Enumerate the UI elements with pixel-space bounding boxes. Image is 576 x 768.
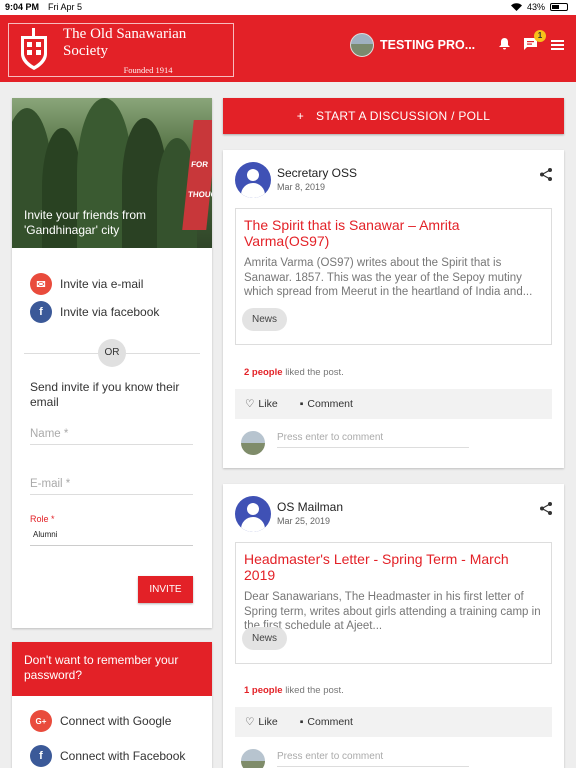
chat-badge: 1 xyxy=(534,30,546,42)
brand-title: The Old Sanawarian Society xyxy=(63,25,187,59)
commenter-avatar xyxy=(241,431,265,455)
post-tag[interactable]: News xyxy=(242,308,288,331)
user-profile-menu[interactable]: TESTING PRO... xyxy=(350,33,475,57)
email-input[interactable]: E-mail * xyxy=(30,478,193,495)
post-actions: ♡ Like ▪ Comment xyxy=(235,707,552,737)
post-card: Secretary OSS Mar 8, 2019 The Spirit tha… xyxy=(223,150,564,468)
likes-count[interactable]: 1 people xyxy=(244,685,283,696)
post-author[interactable]: OS Mailman xyxy=(277,500,343,514)
invite-via-email-label: Invite via e-mail xyxy=(60,277,144,291)
chat-icon[interactable]: 1 xyxy=(524,30,546,53)
status-bar: 9:04 PM Fri Apr 5 43% xyxy=(0,0,576,15)
comment-label: Comment xyxy=(307,716,353,728)
like-button[interactable]: ♡ Like xyxy=(245,398,278,410)
crest-icon xyxy=(15,28,53,72)
post-date: Mar 25, 2019 xyxy=(277,516,331,526)
brand-logo-box[interactable]: The Old Sanawarian Society Founded 1914 xyxy=(8,23,234,77)
connect-google-label: Connect with Google xyxy=(60,714,172,728)
comment-input[interactable]: Press enter to comment xyxy=(277,432,469,448)
post-author[interactable]: Secretary OSS xyxy=(277,166,357,180)
comment-button[interactable]: ▪ Comment xyxy=(300,398,353,410)
post-excerpt: Dear Sanawarians, The Headmaster in his … xyxy=(244,591,541,632)
invite-via-facebook-button[interactable]: f Invite via facebook xyxy=(30,301,159,323)
post-excerpt: Amrita Varma (OS97) writes about the Spi… xyxy=(244,257,533,298)
comment-icon: ▪ xyxy=(299,398,304,410)
like-label: Like xyxy=(258,716,278,728)
comment-input[interactable]: Press enter to comment xyxy=(277,751,469,767)
facebook-icon: f xyxy=(30,301,52,323)
status-time: 9:04 PM xyxy=(5,2,40,12)
author-avatar[interactable] xyxy=(235,162,271,198)
comment-label: Comment xyxy=(307,398,353,410)
invite-via-facebook-label: Invite via facebook xyxy=(60,305,160,319)
mail-icon: ✉ xyxy=(30,273,52,295)
facebook-icon: f xyxy=(30,745,52,767)
battery-percent: 43% xyxy=(526,2,545,12)
post-preview[interactable]: Headmaster's Letter - Spring Term - Marc… xyxy=(235,542,552,664)
wifi-icon xyxy=(510,3,522,11)
post-tag[interactable]: News xyxy=(242,627,288,650)
comment-icon: ▪ xyxy=(299,716,304,728)
commenter-avatar xyxy=(241,749,265,768)
connect-facebook-button[interactable]: f Connect with Facebook xyxy=(30,745,185,767)
or-badge: OR xyxy=(98,339,126,367)
post-title[interactable]: Headmaster's Letter - Spring Term - Marc… xyxy=(244,551,543,583)
plus-icon: + xyxy=(296,109,305,123)
like-label: Like xyxy=(258,398,278,410)
comment-button[interactable]: ▪ Comment xyxy=(300,716,353,728)
start-discussion-button[interactable]: + START A DISCUSSION / POLL xyxy=(223,98,564,134)
invite-button[interactable]: INVITE xyxy=(138,576,193,603)
heart-icon: ♡ xyxy=(245,398,255,410)
user-avatar xyxy=(350,33,374,57)
password-card-heading: Don't want to remember your password? xyxy=(12,642,212,696)
role-label: Role * xyxy=(30,514,55,524)
brand-subtitle: Founded 1914 xyxy=(123,64,173,75)
invite-hero-image: FOR THOUGHT Invite your friends from 'Ga… xyxy=(12,98,212,248)
heart-icon: ♡ xyxy=(245,716,255,728)
app-header: The Old Sanawarian Society Founded 1914 … xyxy=(0,15,576,82)
like-button[interactable]: ♡ Like xyxy=(245,716,278,728)
share-icon[interactable] xyxy=(540,502,552,520)
share-icon[interactable] xyxy=(540,168,552,186)
invite-hero-text: Invite your friends from 'Gandhinagar' c… xyxy=(24,208,147,237)
post-actions: ♡ Like ▪ Comment xyxy=(235,389,552,419)
invite-via-email-button[interactable]: ✉ Invite via e-mail xyxy=(30,273,143,295)
likes-count[interactable]: 2 people xyxy=(244,367,283,378)
status-date: Fri Apr 5 xyxy=(48,2,83,12)
likes-summary: 2 people liked the post. xyxy=(244,367,344,378)
post-preview[interactable]: The Spirit that is Sanawar – Amrita Varm… xyxy=(235,208,552,345)
author-avatar[interactable] xyxy=(235,496,271,532)
invite-card: FOR THOUGHT Invite your friends from 'Ga… xyxy=(12,98,212,628)
password-card: Don't want to remember your password? G+… xyxy=(12,642,212,768)
start-discussion-label: START A DISCUSSION / POLL xyxy=(316,109,491,123)
post-date: Mar 8, 2019 xyxy=(277,182,326,192)
bell-icon[interactable] xyxy=(499,38,510,53)
likes-text: liked the post. xyxy=(285,685,344,696)
name-input[interactable]: Name * xyxy=(30,428,193,445)
connect-google-button[interactable]: G+ Connect with Google xyxy=(30,710,171,732)
send-invite-text: Send invite if you know their email xyxy=(30,380,180,409)
battery-icon xyxy=(550,3,568,11)
post-card: OS Mailman Mar 25, 2019 Headmaster's Let… xyxy=(223,484,564,768)
post-title[interactable]: The Spirit that is Sanawar – Amrita Varm… xyxy=(244,217,543,249)
connect-facebook-label: Connect with Facebook xyxy=(60,749,186,763)
likes-summary: 1 people liked the post. xyxy=(244,685,344,696)
menu-icon[interactable] xyxy=(551,38,564,53)
google-plus-icon: G+ xyxy=(30,710,52,732)
role-select[interactable]: Alumni xyxy=(30,528,193,546)
user-name: TESTING PRO... xyxy=(380,38,476,52)
likes-text: liked the post. xyxy=(285,367,344,378)
